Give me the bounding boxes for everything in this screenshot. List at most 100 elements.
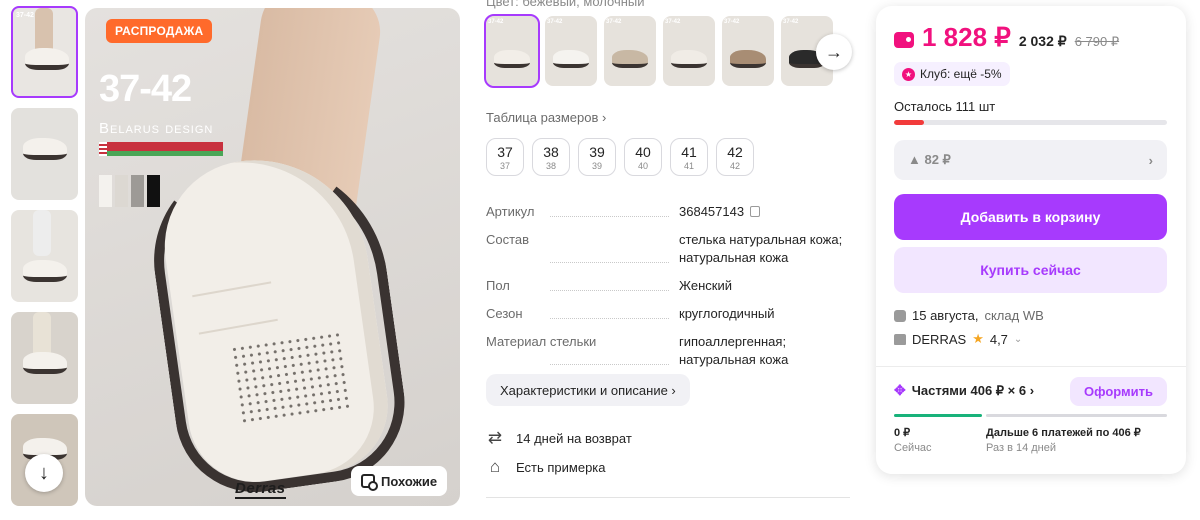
size-sub: 40 bbox=[637, 160, 648, 171]
spec-value: 368457143 bbox=[679, 204, 745, 219]
variant-tag: 37-42 bbox=[665, 19, 681, 25]
size-option[interactable]: 37 37 bbox=[486, 138, 524, 176]
next-arrow-icon[interactable]: → bbox=[816, 34, 852, 70]
spec-row-composition: Состав стелька натуральная кожа; натурал… bbox=[486, 231, 850, 267]
color-label: Цвет: бежевый, молочный bbox=[486, 0, 645, 9]
spec-key: Пол bbox=[486, 278, 514, 293]
add-to-cart-button[interactable]: Добавить в корзину bbox=[894, 194, 1167, 240]
spec-value: Женский bbox=[679, 278, 732, 293]
seller-rating: 4,7 bbox=[989, 331, 1008, 347]
price-row: 1 828 ₽ 2 032 ₽ 6 790 ₽ bbox=[894, 22, 1119, 53]
chevron-right-icon: › bbox=[1148, 152, 1153, 168]
return-text: 14 дней на возврат bbox=[516, 430, 632, 446]
size-sub: 42 bbox=[729, 160, 740, 171]
swatch-2 bbox=[115, 175, 128, 207]
delivery-warehouse: склад WB bbox=[984, 308, 1044, 323]
seller-name: DERRAS bbox=[912, 331, 967, 347]
thumbnail-rail: 37-42 ↓ bbox=[11, 6, 78, 506]
variant-tag: 37-42 bbox=[606, 19, 622, 25]
club-badge[interactable]: ★ Клуб: ещё -5% bbox=[894, 62, 1010, 86]
fitting-info: ⌂ Есть примерка bbox=[486, 457, 606, 477]
similar-button[interactable]: Похожие bbox=[351, 466, 448, 496]
brand-line-text: Belarus design bbox=[99, 120, 214, 137]
size-option[interactable]: 42 42 bbox=[716, 138, 754, 176]
derras-logo: Derras bbox=[235, 480, 286, 499]
club-star-icon: ★ bbox=[902, 67, 915, 81]
similar-label: Похожие bbox=[381, 473, 438, 489]
variant-tag: 37-42 bbox=[547, 19, 563, 25]
wallet-price: 1 828 ₽ bbox=[922, 22, 1011, 52]
spec-key: Сезон bbox=[486, 306, 527, 321]
size-option[interactable]: 41 41 bbox=[670, 138, 708, 176]
regular-price: 2 032 ₽ bbox=[1018, 33, 1067, 49]
size-option[interactable]: 40 40 bbox=[624, 138, 662, 176]
price-card: 1 828 ₽ 2 032 ₽ 6 790 ₽ ★ Клуб: ещё -5% … bbox=[876, 6, 1186, 474]
swatch-3 bbox=[131, 175, 144, 207]
copy-icon[interactable] bbox=[750, 206, 761, 217]
spec-row-insole: Материал стельки гипоаллергенная; натура… bbox=[486, 333, 850, 369]
color-variant-1[interactable]: 37-42 bbox=[484, 14, 540, 88]
installment-progress bbox=[894, 414, 1167, 417]
shop-icon bbox=[894, 333, 906, 345]
divider bbox=[486, 497, 850, 498]
later-label: Раз в 14 дней bbox=[986, 442, 1057, 454]
spec-value: стелька натуральная кожа; натуральная ко… bbox=[679, 232, 843, 265]
color-variant-5[interactable]: 37-42 bbox=[722, 16, 774, 86]
size-number: 42 bbox=[727, 143, 743, 160]
installment-text: Частями 406 ₽ × 6 › bbox=[911, 382, 1035, 398]
size-range-text: 37-42 bbox=[99, 68, 192, 110]
buy-now-button[interactable]: Купить сейчас bbox=[894, 247, 1167, 293]
product-page: 37-42 ↓ РАСПРОДАЖА 37-42 Belarus design … bbox=[0, 0, 1200, 520]
spec-key: Артикул bbox=[486, 204, 539, 219]
thumbnail-1[interactable]: 37-42 bbox=[11, 6, 78, 98]
color-variant-2[interactable]: 37-42 bbox=[545, 16, 597, 86]
thumbnail-2[interactable] bbox=[11, 108, 78, 200]
size-option[interactable]: 38 38 bbox=[532, 138, 570, 176]
variant-tag: 37-42 bbox=[783, 19, 799, 25]
color-variant-3[interactable]: 37-42 bbox=[604, 16, 656, 86]
characteristics-button[interactable]: Характеристики и описание › bbox=[486, 374, 690, 406]
color-variants: 37-42 37-42 37-42 37-42 37-42 37-42 bbox=[484, 14, 833, 88]
size-sub: 39 bbox=[591, 160, 602, 171]
spec-row-season: Сезон круглогодичный bbox=[486, 305, 850, 323]
thumbnail-3[interactable] bbox=[11, 210, 78, 302]
old-price: 6 790 ₽ bbox=[1074, 34, 1120, 49]
spec-value: гипоаллергенная; натуральная кожа bbox=[679, 334, 789, 367]
similar-search-icon bbox=[361, 474, 378, 491]
later-value: Дальше 6 платежей по 406 ₽ bbox=[986, 427, 1141, 439]
star-icon: ★ bbox=[972, 331, 984, 346]
return-arrows-icon: ⇄ bbox=[487, 428, 503, 447]
main-product-photo[interactable]: РАСПРОДАЖА 37-42 Belarus design Derras П… bbox=[85, 8, 460, 506]
thumb-tag: 37-42 bbox=[16, 12, 34, 19]
color-swatches bbox=[99, 175, 160, 207]
seller-info[interactable]: DERRAS ★ 4,7 ⌄ bbox=[894, 331, 1022, 347]
wallet-icon bbox=[894, 31, 914, 48]
apply-installment-button[interactable]: Оформить bbox=[1070, 377, 1167, 406]
delivery-date: 15 августа, bbox=[912, 308, 979, 323]
price-change-box[interactable]: ▲ 82 ₽ › bbox=[894, 140, 1167, 180]
thumbnail-4[interactable] bbox=[11, 312, 78, 404]
box-icon bbox=[894, 309, 906, 322]
return-policy: ⇄ 14 дней на возврат bbox=[486, 428, 632, 448]
size-number: 41 bbox=[681, 143, 697, 160]
specs-table: Артикул 368457143 Состав стелька натурал… bbox=[486, 203, 850, 379]
scroll-down-arrow-icon[interactable]: ↓ bbox=[25, 454, 63, 492]
hanger-icon: ⌂ bbox=[489, 457, 501, 476]
size-sub: 38 bbox=[545, 160, 556, 171]
spec-key: Материал стельки bbox=[486, 334, 601, 349]
size-option[interactable]: 39 39 bbox=[578, 138, 616, 176]
installment-now: 0 ₽ Сейчас bbox=[894, 426, 932, 454]
spec-row-gender: Пол Женский bbox=[486, 277, 850, 295]
size-number: 39 bbox=[589, 143, 605, 160]
variant-tag: 37-42 bbox=[488, 19, 504, 25]
shoe-perforation-image bbox=[229, 330, 351, 426]
spec-row-article: Артикул 368457143 bbox=[486, 203, 850, 221]
now-value: 0 ₽ bbox=[894, 427, 911, 439]
stock-label: Осталось 111 шт bbox=[894, 99, 996, 114]
installment-link[interactable]: ✥ Частями 406 ₽ × 6 › bbox=[894, 382, 1034, 399]
color-variant-4[interactable]: 37-42 bbox=[663, 16, 715, 86]
size-sub: 41 bbox=[683, 160, 694, 171]
size-table-link[interactable]: Таблица размеров › bbox=[486, 110, 606, 125]
spec-value: круглогодичный bbox=[679, 306, 775, 321]
size-number: 37 bbox=[497, 143, 513, 160]
